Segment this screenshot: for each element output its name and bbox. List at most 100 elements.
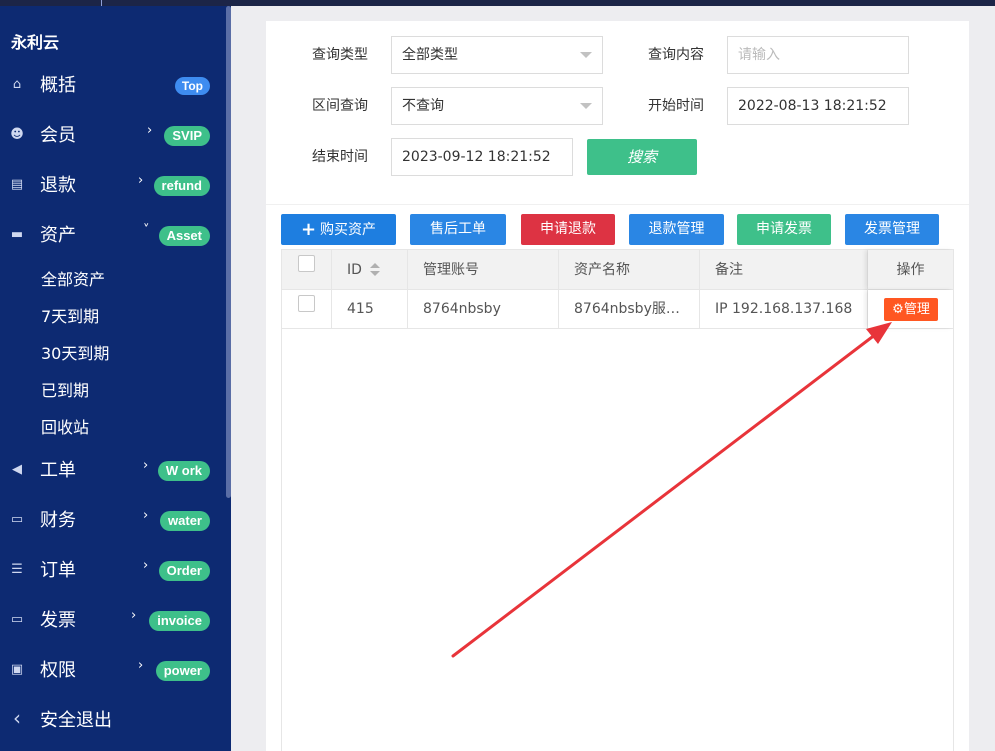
card-icon: ▤ <box>10 177 24 192</box>
home-icon: ⌂ <box>12 77 22 92</box>
receipt-icon: ▭ <box>10 612 24 627</box>
sort-icon[interactable] <box>369 263 380 277</box>
invoice-badge: invoice <box>149 611 210 631</box>
dropdown-caret-icon <box>580 103 592 109</box>
sidebar-subitem-30days[interactable]: 30天到期 <box>41 344 109 364</box>
chevron-right-icon: › <box>147 123 153 138</box>
main-panel: 查询类型 全部类型 查询内容 请输入 区间查询 不查询 开始时间 2022-08… <box>266 21 969 751</box>
sidebar-item-label: 退款 <box>40 175 76 196</box>
header-account: 管理账号 <box>408 250 559 289</box>
end-time-label: 结束时间 <box>312 149 368 165</box>
header-action-cell: 操作 <box>868 250 953 289</box>
sidebar: 永利云 ⌂ 概括 Top ☻ 会员 › SVIP ▤ 退款 › refund ▬… <box>0 6 231 751</box>
asset-badge: Asset <box>158 226 210 246</box>
range-query-label: 区间查询 <box>312 98 368 114</box>
start-time-label: 开始时间 <box>648 98 704 114</box>
apply-refund-button[interactable]: 申请退款 <box>521 214 615 245</box>
query-type-select[interactable]: 全部类型 <box>391 36 603 74</box>
top-badge: Top <box>174 77 210 95</box>
sidebar-item-label: 发票 <box>40 610 76 631</box>
chevron-down-icon: ˅ <box>143 223 150 238</box>
select-all-checkbox[interactable] <box>298 255 315 272</box>
sidebar-item-overview[interactable]: ⌂ 概括 Top <box>0 68 226 104</box>
header-action: 操作 <box>896 262 925 278</box>
sidebar-item-members[interactable]: ☻ 会员 › SVIP <box>0 118 226 154</box>
sidebar-item-label: 会员 <box>40 125 76 146</box>
chevron-left-icon: ‹ <box>13 706 21 730</box>
chevron-right-icon: › <box>143 458 149 473</box>
sidebar-item-invoice[interactable]: ▭ 发票 › invoice <box>0 603 226 639</box>
chevron-right-icon: › <box>138 658 144 673</box>
query-content-input[interactable]: 请输入 <box>727 36 909 74</box>
dropdown-caret-icon <box>580 52 592 58</box>
row-checkbox[interactable] <box>298 295 315 312</box>
users-icon: ☻ <box>10 127 24 142</box>
cell-asset-name: 8764nbsby服… <box>559 290 700 328</box>
table-row: 415 8764nbsby 8764nbsby服… IP 192.168.137… <box>282 290 953 329</box>
search-button[interactable]: 搜索 <box>587 139 697 175</box>
sidebar-item-label: 财务 <box>40 510 76 531</box>
after-sales-button[interactable]: 售后工单 <box>410 214 506 245</box>
sidebar-subitem-expired[interactable]: 已到期 <box>41 381 89 401</box>
range-query-select[interactable]: 不查询 <box>391 87 603 125</box>
header-select-cell <box>282 250 332 289</box>
sidebar-item-logout[interactable]: ‹ 安全退出 <box>0 703 226 739</box>
manage-button[interactable]: ⚙管理 <box>884 298 938 321</box>
sidebar-item-tickets[interactable]: ◀ 工单 › W ork <box>0 453 226 489</box>
sidebar-item-orders[interactable]: ☰ 订单 › Order <box>0 553 226 589</box>
megaphone-icon: ◀ <box>12 462 22 477</box>
sidebar-item-label: 资产 <box>40 225 76 246</box>
manage-label: 管理 <box>903 302 930 317</box>
sidebar-scrollbar[interactable] <box>226 6 231 498</box>
chevron-right-icon: › <box>143 558 149 573</box>
wallet-icon: ▬ <box>10 227 24 242</box>
table-header: ID 管理账号 资产名称 备注 操作 <box>282 250 953 290</box>
chevron-right-icon: › <box>143 508 149 523</box>
chevron-right-icon: › <box>131 608 137 623</box>
start-time-input[interactable]: 2022-08-13 18:21:52 <box>727 87 909 125</box>
sidebar-item-label: 权限 <box>40 660 76 681</box>
invoice-manage-button[interactable]: 发票管理 <box>845 214 939 245</box>
refund-manage-button[interactable]: 退款管理 <box>629 214 724 245</box>
cell-account: 8764nbsby <box>408 290 559 328</box>
sidebar-item-permissions[interactable]: ▣ 权限 › power <box>0 653 226 689</box>
sidebar-item-refund[interactable]: ▤ 退款 › refund <box>0 168 226 204</box>
power-badge: power <box>155 661 210 681</box>
gear-icon: ⚙ <box>892 302 904 317</box>
brand-name: 永利云 <box>11 33 60 52</box>
query-type-label: 查询类型 <box>312 47 368 63</box>
sidebar-item-label: 工单 <box>40 460 76 481</box>
sidebar-item-label: 安全退出 <box>40 710 112 731</box>
cell-remark: IP 192.168.137.168 <box>700 290 868 328</box>
divider <box>266 204 969 205</box>
chevron-right-icon: › <box>138 173 144 188</box>
order-badge: Order <box>158 561 210 581</box>
sidebar-item-label: 订单 <box>40 560 76 581</box>
cell-id: 415 <box>332 290 408 328</box>
sidebar-item-finance[interactable]: ▭ 财务 › water <box>0 503 226 539</box>
sidebar-item-assets[interactable]: ▬ 资产 ˅ Asset <box>0 218 226 254</box>
row-select-cell <box>282 290 332 328</box>
query-type-value: 全部类型 <box>402 47 458 63</box>
buy-asset-label: 购买资产 <box>320 222 377 238</box>
header-id-label: ID <box>347 262 362 278</box>
range-query-value: 不查询 <box>402 98 444 114</box>
sidebar-subitem-all-assets[interactable]: 全部资产 <box>41 270 105 290</box>
list-icon: ☰ <box>11 562 23 577</box>
asset-table: ID 管理账号 资产名称 备注 操作 415 8764nbsby 8764nbs… <box>281 249 954 751</box>
svip-badge: SVIP <box>164 126 210 146</box>
header-remark: 备注 <box>700 250 868 289</box>
sidebar-subitem-7days[interactable]: 7天到期 <box>41 307 99 327</box>
header-id[interactable]: ID <box>332 250 408 289</box>
buy-asset-button[interactable]: + 购买资产 <box>281 214 396 245</box>
refund-badge: refund <box>153 176 210 196</box>
apply-invoice-button[interactable]: 申请发票 <box>737 214 831 245</box>
id-card-icon: ▣ <box>10 662 24 677</box>
work-badge: W ork <box>157 461 210 481</box>
cell-action: ⚙管理 <box>868 290 953 328</box>
sidebar-item-label: 概括 <box>40 75 76 96</box>
sidebar-subitem-recycle[interactable]: 回收站 <box>41 418 89 438</box>
query-content-label: 查询内容 <box>648 47 704 63</box>
plus-icon: + <box>300 219 317 240</box>
end-time-input[interactable]: 2023-09-12 18:21:52 <box>391 138 573 176</box>
